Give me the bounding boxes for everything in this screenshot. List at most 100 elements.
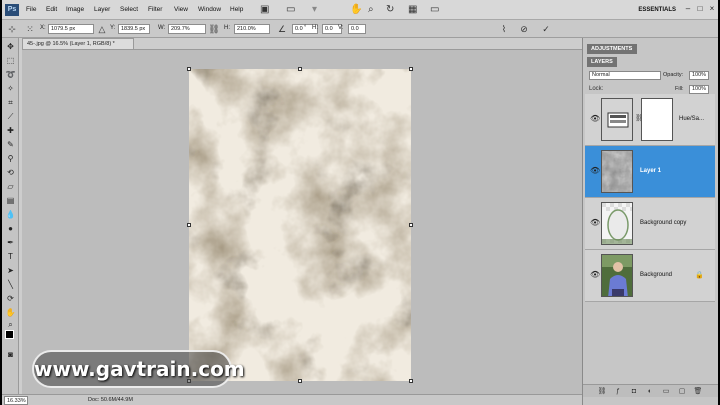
blend-mode-select[interactable]: Normal <box>589 71 661 80</box>
transform-handle-bc[interactable] <box>298 379 302 383</box>
relative-position-icon[interactable]: △ <box>96 23 108 35</box>
move-tool-icon[interactable]: ✥ <box>4 42 17 52</box>
arrange-docs-icon[interactable]: ▦ <box>408 3 417 17</box>
transform-handle-tr[interactable] <box>409 67 413 71</box>
canvas-clouds[interactable] <box>189 69 411 381</box>
w-label: W: <box>158 25 166 31</box>
doc-size-info[interactable]: Doc: 50.6M/44.9M <box>88 397 133 403</box>
zoom-level-icon[interactable]: ▾ <box>312 3 317 17</box>
minimize-icon[interactable]: – <box>684 5 692 13</box>
h-field[interactable]: 210.0% <box>234 24 270 34</box>
new-group-icon[interactable]: ▭ <box>661 387 671 396</box>
zoom-tool-icon[interactable]: ⌕ <box>368 3 374 17</box>
menu-help[interactable]: Help <box>230 6 243 13</box>
visibility-eye-icon[interactable]: 👁 <box>590 114 600 123</box>
eyedropper-tool-icon[interactable]: ⟋ <box>4 112 17 122</box>
3d-tool-icon[interactable]: ⟳ <box>4 294 17 304</box>
history-brush-tool-icon[interactable]: ⟲ <box>4 168 17 178</box>
adjustment-thumbnail <box>601 98 633 141</box>
menu-image[interactable]: Image <box>66 6 84 13</box>
lasso-tool-icon[interactable]: ➰ <box>4 70 17 80</box>
hand-tool-icon[interactable]: ✋ <box>4 308 17 318</box>
vskew-field[interactable]: 0.0 <box>348 24 366 34</box>
workspace-switcher[interactable]: ESSENTIALS <box>618 4 680 16</box>
type-tool-icon[interactable]: T <box>4 252 17 262</box>
warp-mode-icon[interactable]: ⌇ <box>498 23 510 35</box>
pen-tool-icon[interactable]: ✒ <box>4 238 17 248</box>
menu-layer[interactable]: Layer <box>94 6 110 13</box>
eraser-tool-icon[interactable]: ▱ <box>4 182 17 192</box>
cancel-transform-icon[interactable]: ⊘ <box>518 23 530 35</box>
reference-point-icon[interactable]: ⁙ <box>24 23 36 35</box>
clone-stamp-tool-icon[interactable]: ⚲ <box>4 154 17 164</box>
visibility-eye-icon[interactable]: 👁 <box>590 218 600 227</box>
photoshop-window: Ps File Edit Image Layer Select Filter V… <box>2 0 718 405</box>
marquee-tool-icon[interactable]: ⬚ <box>4 56 17 66</box>
crop-tool-icon[interactable]: ⌗ <box>4 98 17 108</box>
screen-mode-icon[interactable]: ▭ <box>286 3 295 17</box>
new-layer-icon[interactable]: ▢ <box>677 387 687 396</box>
bridge-icon[interactable]: ▣ <box>260 3 269 17</box>
layer-row-background[interactable]: 👁 Background 🔒 <box>585 250 715 302</box>
add-mask-icon[interactable]: ◘ <box>629 387 639 396</box>
rotate-view-icon[interactable]: ↻ <box>386 3 394 17</box>
zoom-tool-icon[interactable]: ⌕ <box>4 320 17 330</box>
menu-file[interactable]: File <box>26 6 36 13</box>
link-icon[interactable]: ⛓ <box>208 23 220 35</box>
document-tab[interactable]: 45-.jpg @ 16.5% (Layer 1, RGB/8) * <box>22 38 134 49</box>
transform-handle-tl[interactable] <box>187 67 191 71</box>
menu-filter[interactable]: Filter <box>148 6 162 13</box>
visibility-eye-icon[interactable]: 👁 <box>590 270 600 279</box>
layer-style-icon[interactable]: ƒ <box>613 387 623 396</box>
transform-handle-tc[interactable] <box>298 67 302 71</box>
tab-adjustments[interactable]: ADJUSTMENTS <box>587 44 637 54</box>
path-selection-tool-icon[interactable]: ➤ <box>4 266 17 276</box>
link-layers-icon[interactable]: ⛓ <box>597 387 607 396</box>
layer-row-layer-1[interactable]: 👁 Layer 1 <box>585 146 715 198</box>
gradient-tool-icon[interactable]: ▤ <box>4 196 17 206</box>
menu-view[interactable]: View <box>174 6 188 13</box>
visibility-eye-icon[interactable]: 👁 <box>590 166 600 175</box>
x-label: X: <box>40 25 46 31</box>
quick-mask-icon[interactable]: ◙ <box>4 350 17 360</box>
y-field[interactable]: 1839.5 px <box>118 24 150 34</box>
layer-row-background-copy[interactable]: 👁 Background copy <box>585 198 715 250</box>
layer-name[interactable]: Background copy <box>640 220 686 226</box>
fill-field[interactable]: 100% <box>689 85 709 94</box>
move-tool-icon[interactable]: ⊹ <box>6 23 18 35</box>
close-icon[interactable]: × <box>708 5 716 13</box>
adjustment-layer-icon[interactable]: ◐ <box>645 387 655 396</box>
menu-edit[interactable]: Edit <box>46 6 57 13</box>
shape-tool-icon[interactable]: ╲ <box>4 280 17 290</box>
layer-thumbnail <box>601 150 633 193</box>
layer-name[interactable]: Hue/Sa... <box>679 116 704 122</box>
layer-mask-thumbnail[interactable] <box>641 98 673 141</box>
healing-brush-tool-icon[interactable]: ✚ <box>4 126 17 136</box>
tab-layers[interactable]: LAYERS <box>587 57 617 67</box>
dodge-tool-icon[interactable]: ● <box>4 224 17 234</box>
transform-handle-ml[interactable] <box>187 223 191 227</box>
magic-wand-tool-icon[interactable]: ✧ <box>4 84 17 94</box>
blur-tool-icon[interactable]: 💧 <box>4 210 17 220</box>
layer-name[interactable]: Layer 1 <box>640 168 661 174</box>
x-field[interactable]: 1079.5 px <box>48 24 94 34</box>
opacity-field[interactable]: 100% <box>689 71 709 80</box>
menu-select[interactable]: Select <box>120 6 138 13</box>
layer-name[interactable]: Background <box>640 272 672 278</box>
transform-handle-br[interactable] <box>409 379 413 383</box>
w-field[interactable]: 209.7% <box>168 24 206 34</box>
angle-icon[interactable]: ∠ <box>276 23 288 35</box>
screen-mode-menu-icon[interactable]: ▭ <box>430 3 439 17</box>
maximize-icon[interactable]: □ <box>696 5 704 13</box>
commit-transform-icon[interactable]: ✓ <box>540 23 552 35</box>
clouds-thumbnail <box>602 151 632 192</box>
foreground-color-swatch[interactable] <box>5 330 14 339</box>
hand-tool-icon[interactable]: ✋ <box>350 3 362 17</box>
y-label: Y: <box>110 25 116 31</box>
layer-row-hue-saturation[interactable]: 👁 ⛓ Hue/Sa... <box>585 94 715 146</box>
menu-window[interactable]: Window <box>198 6 221 13</box>
delete-layer-icon[interactable]: 🗑 <box>693 387 703 396</box>
zoom-field[interactable]: 16.33% <box>4 396 28 405</box>
transform-handle-mr[interactable] <box>409 223 413 227</box>
brush-tool-icon[interactable]: ✎ <box>4 140 17 150</box>
